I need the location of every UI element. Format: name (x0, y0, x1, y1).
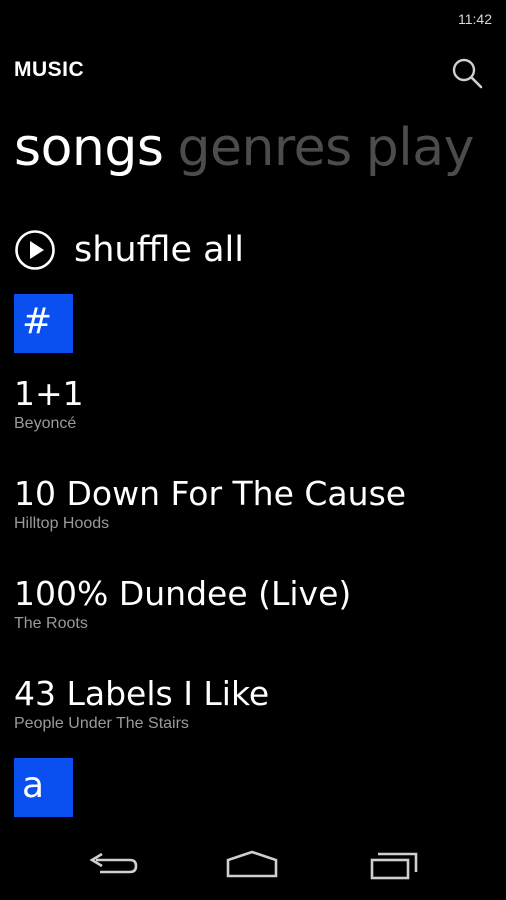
back-arrow-icon (89, 852, 138, 874)
search-icon (452, 58, 483, 89)
recent-apps-icon (370, 852, 418, 880)
status-bar: 11:42 (0, 0, 506, 40)
song-item[interactable]: 43 Labels I Like People Under The Stairs (14, 674, 494, 734)
group-header-hash[interactable]: # (14, 294, 73, 353)
song-title: 1+1 (14, 374, 84, 413)
pivot-tab-genres[interactable]: genres (177, 112, 352, 184)
pivot-header: songs genres play (14, 112, 492, 192)
song-artist: Hilltop Hoods (14, 515, 110, 532)
song-artist: Beyoncé (14, 415, 77, 432)
recent-apps-button[interactable] (364, 846, 424, 886)
song-title: 100% Dundee (Live) (14, 574, 352, 613)
back-button[interactable] (82, 846, 142, 886)
song-artist: The Roots (14, 615, 88, 632)
home-button[interactable] (222, 846, 282, 886)
song-title: 43 Labels I Like (14, 674, 270, 713)
song-item[interactable]: 10 Down For The Cause Hilltop Hoods (14, 474, 494, 534)
song-item[interactable]: 1+1 Beyoncé (14, 374, 494, 434)
song-title: 10 Down For The Cause (14, 474, 407, 513)
home-icon (226, 850, 278, 878)
play-circle-icon (15, 230, 55, 270)
song-artist: People Under The Stairs (14, 715, 189, 732)
shuffle-all-button[interactable]: shuffle all (14, 224, 244, 276)
navigation-bar (0, 832, 506, 900)
song-item[interactable]: 100% Dundee (Live) The Roots (14, 574, 494, 634)
group-header-a[interactable]: a (14, 758, 73, 817)
status-time: 11:42 (458, 11, 492, 27)
shuffle-all-label: shuffle all (74, 230, 244, 270)
app-title: MUSIC (14, 58, 85, 81)
search-button[interactable] (450, 56, 484, 90)
pivot-tab-playlists[interactable]: play (366, 112, 475, 184)
pivot-tab-songs[interactable]: songs (14, 112, 164, 184)
